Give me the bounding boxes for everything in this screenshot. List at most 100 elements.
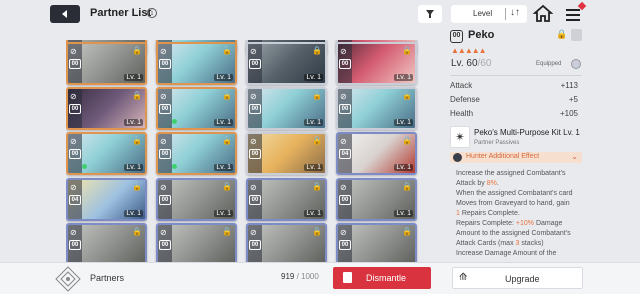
hunter-effect-toggle[interactable]: Hunter Additional Effect ⌄ <box>450 152 582 163</box>
stat-row-attack: Attack +113 <box>450 81 582 90</box>
partner-card[interactable]: ⊘ 00 🔒 Lv. 1 <box>246 42 327 85</box>
partner-card[interactable]: ⊘ 00 🔒 <box>336 223 417 266</box>
partners-emblem-icon <box>54 265 82 293</box>
partners-label: Partners <box>90 273 125 283</box>
partner-card[interactable]: ⊘ 00 🔒 Lv. 1 <box>156 87 237 130</box>
partner-card[interactable]: ⊘ 00 🔒 Lv. 1 <box>66 87 147 130</box>
highlight-value: +10% <box>515 220 535 227</box>
sort-order-icon[interactable]: ↓↑ <box>510 7 520 18</box>
effect-label: Hunter Additional Effect <box>466 153 540 160</box>
effect-description: Increase the assigned Combatant's Attack … <box>456 169 582 259</box>
lock-icon: 🔒 <box>222 227 232 236</box>
class-icon: ⊘ <box>340 92 347 101</box>
card-level: Lv. 1 <box>304 164 323 171</box>
card-level: Lv. 1 <box>304 210 323 217</box>
cost-badge: 00 <box>249 240 261 250</box>
cost-badge: 00 <box>339 59 351 69</box>
count-current: 919 <box>281 272 295 281</box>
sort-dropdown[interactable]: Level ↓↑ <box>451 5 527 23</box>
upgrade-button[interactable]: ⟰ Upgrade <box>452 267 583 289</box>
status-gem-icon <box>82 164 87 169</box>
filter-button[interactable] <box>418 5 442 23</box>
partner-count: 919 / 1000 <box>281 272 319 281</box>
class-icon: ⊘ <box>160 92 167 101</box>
partner-card[interactable]: ⊘ 00 🔒 <box>246 223 327 266</box>
status-gem-icon <box>172 119 177 124</box>
stat-value: +113 <box>560 81 578 90</box>
passive-skill[interactable]: ✴ Peko's Multi-Purpose Kit Lv. 1 Partner… <box>450 126 582 150</box>
cost-badge: 00 <box>249 149 261 159</box>
class-icon: ⊘ <box>250 47 257 56</box>
class-icon: ⊘ <box>160 47 167 56</box>
class-icon: ⊘ <box>340 47 347 56</box>
partner-card[interactable]: ⊘ 04 🔒 Lv. 1 <box>66 178 147 221</box>
page-title: Partner List <box>90 7 152 19</box>
stat-label: Health <box>450 109 474 118</box>
partner-card[interactable]: ⊘ 00 🔒 Lv. 1 <box>336 87 417 130</box>
class-icon: ⊘ <box>250 92 257 101</box>
partner-card[interactable]: ⊘ 00 🔒 <box>66 223 147 266</box>
cost-badge: 00 <box>249 195 261 205</box>
lock-icon[interactable]: 🔒 <box>556 29 567 41</box>
card-level: Lv. 1 <box>124 210 143 217</box>
lock-icon: 🔒 <box>222 136 232 145</box>
home-button[interactable] <box>532 4 554 24</box>
lock-icon: 🔒 <box>222 182 232 191</box>
card-level: Lv. 1 <box>394 119 413 126</box>
partner-card[interactable]: ⊘ 00 🔒 Lv. 1 <box>156 178 237 221</box>
partner-grid: ⊘ 00 🔒 ⊘ 00 🔒 ⊘ 00 🔒 ⊘ 00 🔒 ⊘ 00 🔒 Lv. 1 ⊘ 00 🔒 Lv. 1 ⊘ 00 🔒 Lv… <box>66 40 432 286</box>
partner-card[interactable]: ⊘ 04 🔒 Lv. 1 <box>336 132 417 175</box>
effect-line: Repairs Complete: +10% Damage <box>456 220 563 227</box>
partner-name: Peko <box>468 29 495 41</box>
cost-badge: 00 <box>159 104 171 114</box>
partner-card[interactable]: ⊘ 00 🔒 Lv. 1 <box>66 132 147 175</box>
lock-icon: 🔒 <box>312 46 322 55</box>
effect-line: Attack by 8%. <box>456 180 499 187</box>
stat-row-health: Health +105 <box>450 109 582 118</box>
cost-badge: 00 <box>69 149 81 159</box>
filter-icon <box>426 10 434 18</box>
class-icon: ⊘ <box>70 92 77 101</box>
partner-card[interactable]: ⊘ 00 🔒 Lv. 1 <box>336 42 417 85</box>
cost-badge: 00 <box>69 104 81 114</box>
stat-row-defense: Defense +5 <box>450 95 582 104</box>
partner-card[interactable]: ⊘ 00 🔒 Lv. 1 <box>246 132 327 175</box>
card-level: Lv. 1 <box>124 119 143 126</box>
class-icon: ⊘ <box>160 228 167 237</box>
card-level: Lv. 1 <box>394 164 413 171</box>
card-level: Lv. 1 <box>304 74 323 81</box>
partner-card[interactable]: ⊘ 00 🔒 Lv. 1 <box>156 42 237 85</box>
status-gem-icon <box>172 164 177 169</box>
partner-card[interactable]: ⊘ 00 🔒 <box>156 223 237 266</box>
effect-line: Moves from Graveyard to hand, gain <box>456 200 570 207</box>
info-icon[interactable]: i <box>147 8 157 18</box>
stat-label: Attack <box>450 81 473 90</box>
back-arrow-icon <box>62 10 67 18</box>
passive-title: Peko's Multi-Purpose Kit Lv. 1 <box>474 128 580 137</box>
lock-icon: 🔒 <box>132 182 142 191</box>
stat-value: +5 <box>568 95 578 104</box>
trash-icon[interactable] <box>571 29 582 41</box>
effect-line: Increase the assigned Combatant's <box>456 170 566 177</box>
equipped-avatar-icon[interactable] <box>571 59 581 69</box>
lock-icon: 🔒 <box>402 182 412 191</box>
partner-card[interactable]: ⊘ 00 🔒 Lv. 1 <box>156 132 237 175</box>
upgrade-label: Upgrade <box>505 274 540 284</box>
passive-subtitle: Partner Passives <box>474 140 520 146</box>
menu-button[interactable] <box>563 1 587 24</box>
dismantle-button[interactable]: Dismantle <box>333 267 431 289</box>
home-icon <box>532 4 554 22</box>
highlight-value: 8% <box>486 180 497 187</box>
lock-icon: 🔒 <box>402 227 412 236</box>
partner-card[interactable]: ⊘ 00 🔒 Lv. 1 <box>246 178 327 221</box>
back-button[interactable] <box>50 5 80 23</box>
card-level: Lv. 1 <box>304 119 323 126</box>
lock-icon: 🔒 <box>312 136 322 145</box>
partner-card[interactable]: ⊘ 00 🔒 Lv. 1 <box>336 178 417 221</box>
partner-card[interactable]: ⊘ 00 🔒 Lv. 1 <box>246 87 327 130</box>
card-level: Lv. 1 <box>214 164 233 171</box>
cost-badge: 00 <box>159 149 171 159</box>
class-icon: ⊘ <box>70 137 77 146</box>
chevron-down-icon: ⌄ <box>571 152 578 161</box>
partner-card[interactable]: ⊘ 00 🔒 Lv. 1 <box>66 42 147 85</box>
